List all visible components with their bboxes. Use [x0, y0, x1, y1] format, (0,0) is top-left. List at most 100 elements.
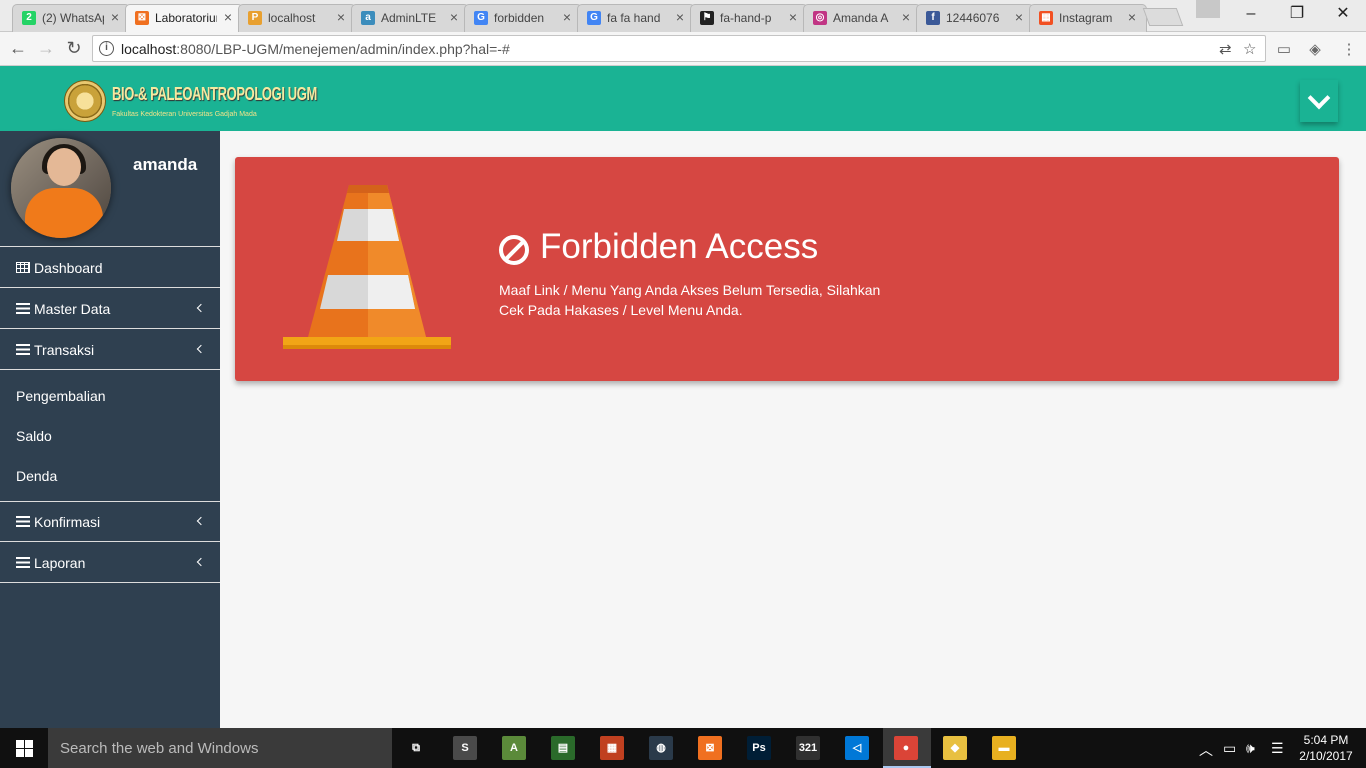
address-bar[interactable]: i localhost:8080/LBP-UGM/menejemen/admin… — [92, 35, 1266, 62]
system-clock[interactable]: 5:04 PM 2/10/2017 — [1296, 732, 1356, 764]
close-icon[interactable]: × — [789, 9, 797, 25]
sublime-text-icon[interactable]: S — [453, 736, 477, 760]
url-text[interactable]: localhost:8080/LBP-UGM/menejemen/admin/i… — [121, 41, 510, 57]
browser-tab[interactable]: 2 (2) WhatsApp × — [12, 4, 130, 32]
list-icon — [16, 516, 30, 527]
translate-icon[interactable]: ⇄ — [1219, 40, 1232, 58]
close-icon[interactable]: × — [902, 9, 910, 25]
tab-title: Instagram — [1059, 11, 1113, 25]
tab-title: localhost — [268, 11, 316, 25]
list-icon — [16, 344, 30, 355]
sidebar-item-transaksi[interactable]: Transaksi — [0, 330, 220, 370]
browser-tab[interactable]: ▦ Instagram × — [1029, 4, 1147, 32]
site-logo[interactable]: BIO-& PALEOANTROPOLOGI UGM Fakultas Kedo… — [62, 78, 317, 128]
sidebar-item-pengembalian[interactable]: Pengembalian — [16, 388, 106, 404]
close-icon[interactable]: × — [1128, 9, 1136, 25]
new-tab-button[interactable] — [1142, 8, 1184, 26]
browser-tab-strip: 2(2) WhatsApp×⊠Laboratorium×Plocalhost×a… — [0, 0, 1366, 32]
file-explorer-icon[interactable]: ▬ — [992, 736, 1016, 760]
traffic-cone-icon — [283, 185, 451, 349]
sidebar-item-master-data[interactable]: Master Data — [0, 289, 220, 329]
chevron-down-icon — [1307, 86, 1331, 110]
menu-icon[interactable]: ⋮ — [1340, 40, 1358, 58]
back-icon[interactable]: ← — [6, 37, 30, 61]
cast-icon[interactable]: ▭ — [1275, 40, 1293, 58]
sidebar-item-denda[interactable]: Denda — [16, 468, 57, 484]
volume-icon[interactable]: 🕪 — [1246, 740, 1255, 757]
battery-icon[interactable]: ▭ — [1223, 740, 1236, 757]
calculator-app-icon[interactable]: ▤ — [551, 736, 575, 760]
ugm-seal-icon — [64, 80, 106, 122]
browser-tab[interactable]: f 12446076 × — [916, 4, 1034, 32]
chevron-left-icon — [196, 303, 206, 313]
taskbar-search-input[interactable]: Search the web and Windows — [48, 728, 392, 768]
task-view-icon[interactable]: ⧉ — [404, 736, 428, 760]
close-icon[interactable]: × — [450, 9, 458, 25]
notification-icon[interactable]: ☰ — [1271, 740, 1284, 757]
user-name[interactable]: amanda — [133, 155, 197, 175]
browser-tab[interactable]: a AdminLTE × — [351, 4, 469, 32]
minimize-button[interactable]: – — [1228, 0, 1274, 30]
tab-title: Laboratorium — [155, 11, 217, 25]
paint-icon[interactable]: ▦ — [600, 736, 624, 760]
reload-icon[interactable]: ↻ — [62, 37, 86, 61]
sidebar-item-saldo[interactable]: Saldo — [16, 428, 52, 444]
app-header: BIO-& PALEOANTROPOLOGI UGM Fakultas Kedo… — [0, 66, 1366, 131]
logo-subtitle: Fakultas Kedokteran Universitas Gadjah M… — [112, 111, 257, 118]
vscode-icon[interactable]: ◁ — [845, 736, 869, 760]
xampp-icon[interactable]: ⊠ — [698, 736, 722, 760]
list-icon — [16, 557, 30, 568]
ban-icon — [499, 235, 529, 265]
maps-icon[interactable]: ◆ — [943, 736, 967, 760]
profile-icon[interactable] — [1196, 0, 1220, 18]
header-toggle-button[interactable] — [1300, 80, 1338, 122]
browser-tab[interactable]: Plocalhost × — [238, 4, 356, 32]
chrome-icon[interactable]: ● — [894, 736, 918, 760]
restore-button[interactable]: ❐ — [1274, 0, 1320, 30]
flag-icon: ⚑ — [700, 11, 714, 25]
main-content: Forbidden Access Maaf Link / Menu Yang A… — [220, 131, 1366, 728]
browser-tab[interactable]: ⊠ Laboratorium × — [125, 4, 243, 32]
video-editor-icon[interactable]: 321 — [796, 736, 820, 760]
close-icon[interactable]: × — [676, 9, 684, 25]
close-window-button[interactable]: ✕ — [1320, 0, 1366, 30]
browser-tab[interactable]: ◎ Amanda A × — [803, 4, 921, 32]
photoshop-icon[interactable]: Ps — [747, 736, 771, 760]
close-icon[interactable]: × — [337, 9, 345, 25]
node-icon[interactable]: ◍ — [649, 736, 673, 760]
tab-title: AdminLTE — [381, 11, 437, 25]
chevron-left-icon — [196, 344, 206, 354]
url-path: :8080/LBP-UGM/menejemen/admin/index.php?… — [176, 41, 510, 57]
alert-message: Maaf Link / Menu Yang Anda Akses Belum T… — [499, 282, 881, 318]
browser-toolbar: ← → ↻ i localhost:8080/LBP-UGM/menejemen… — [0, 32, 1366, 66]
avatar — [11, 138, 111, 238]
search-placeholder: Search the web and Windows — [60, 740, 259, 757]
tray-expand-icon[interactable]: ︿ — [1199, 740, 1213, 760]
windows-taskbar: Search the web and Windows ⧉ S A ▤ ▦ ◍ ⊠ Ps 321 ◁… — [0, 728, 1366, 768]
start-button[interactable] — [0, 728, 48, 768]
browser-tab[interactable]: Gfa fa hand × — [577, 4, 695, 32]
forward-icon[interactable]: → — [34, 37, 58, 61]
browser-tab[interactable]: Gforbidden × — [464, 4, 582, 32]
close-icon[interactable]: × — [563, 9, 571, 25]
microsoft-icon: ▦ — [1039, 11, 1053, 25]
android-studio-icon[interactable]: A — [502, 736, 526, 760]
sidebar-item-label: Konfirmasi — [34, 514, 101, 530]
extension-icon[interactable]: ◈ — [1306, 40, 1324, 58]
sidebar-item-laporan[interactable]: Laporan — [0, 543, 220, 583]
adminlte-icon: a — [361, 11, 375, 25]
chevron-left-icon — [196, 516, 206, 526]
close-icon[interactable]: × — [1015, 9, 1023, 25]
info-icon[interactable]: i — [99, 41, 114, 56]
clock-date: 2/10/2017 — [1299, 749, 1353, 763]
sidebar-item-dashboard[interactable]: Dashboard — [0, 248, 220, 288]
tab-title: (2) WhatsApp — [42, 11, 104, 25]
sidebar: amanda Dashboard Master Data Transaksi P… — [0, 131, 220, 728]
sidebar-item-konfirmasi[interactable]: Konfirmasi — [0, 502, 220, 542]
close-icon[interactable]: × — [224, 9, 232, 25]
chevron-left-icon — [196, 557, 206, 567]
whatsapp-icon: 2 — [22, 11, 36, 25]
close-icon[interactable]: × — [111, 9, 119, 25]
bookmark-star-icon[interactable]: ☆ — [1243, 40, 1256, 58]
browser-tab[interactable]: ⚑ fa-hand-p × — [690, 4, 808, 32]
